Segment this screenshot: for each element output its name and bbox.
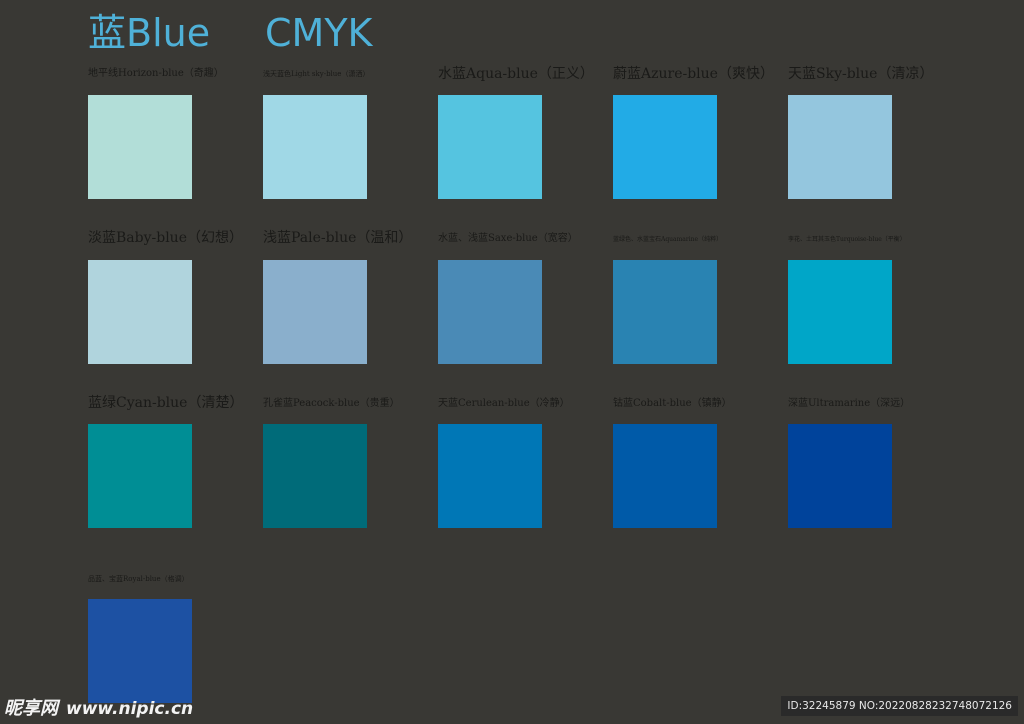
swatch-label: 蓝绿Cyan-blue（清楚） xyxy=(88,395,244,411)
color-swatch xyxy=(788,95,892,199)
color-swatch xyxy=(88,260,192,364)
color-swatch xyxy=(88,95,192,199)
swatch-label: 品蓝、宝蓝Royal-blue（格调） xyxy=(88,575,189,583)
color-swatch xyxy=(438,260,542,364)
swatch-label: 孔雀蓝Peacock-blue（贵重） xyxy=(263,398,400,409)
page-title: 蓝Blue xyxy=(88,11,211,55)
watermark-id: ID:32245879 NO:20220828232748072126 xyxy=(781,696,1018,716)
watermark-logo: 昵享网 www.nipic.cn xyxy=(4,694,194,719)
watermark-brand: 昵享网 xyxy=(4,698,58,719)
watermark-url: www.nipic.cn xyxy=(66,699,194,719)
color-mode-title: CMYK xyxy=(265,11,373,55)
color-swatch xyxy=(613,424,717,528)
swatch-label: 水蓝、浅蓝Saxe-blue（宽容） xyxy=(438,233,578,244)
color-swatch xyxy=(263,260,367,364)
color-swatch xyxy=(88,599,192,703)
color-swatch xyxy=(438,95,542,199)
swatch-label: 淡蓝Baby-blue（幻想） xyxy=(88,230,243,246)
color-swatch xyxy=(613,260,717,364)
swatch-label: 浅蓝Pale-blue（温和） xyxy=(263,230,413,246)
swatch-label: 蓝绿色、水蓝宝石Aquamarine（纯粹） xyxy=(613,236,723,243)
swatch-label: 浅天蓝色Light sky-blue（潇洒） xyxy=(263,70,370,78)
color-swatch xyxy=(438,424,542,528)
swatch-label: 天蓝Sky-blue（清凉） xyxy=(788,66,934,82)
swatch-label: 孪花、土耳其玉色Turquoise-blue（平衡） xyxy=(788,236,906,243)
swatch-label: 地平线Horizon-blue（奇趣） xyxy=(88,68,224,79)
swatch-label: 天蓝Cerulean-blue（冷静） xyxy=(438,398,570,409)
swatch-label: 钴蓝Cobalt-blue（镇静） xyxy=(613,398,732,409)
color-swatch xyxy=(263,424,367,528)
swatch-label: 深蓝Ultramarine（深远） xyxy=(788,398,911,409)
swatch-label: 水蓝Aqua-blue（正义） xyxy=(438,66,594,82)
color-swatch xyxy=(88,424,192,528)
color-swatch xyxy=(263,95,367,199)
color-swatch xyxy=(613,95,717,199)
swatch-label: 蔚蓝Azure-blue（爽快） xyxy=(613,66,774,82)
color-swatch xyxy=(788,424,892,528)
color-swatch xyxy=(788,260,892,364)
